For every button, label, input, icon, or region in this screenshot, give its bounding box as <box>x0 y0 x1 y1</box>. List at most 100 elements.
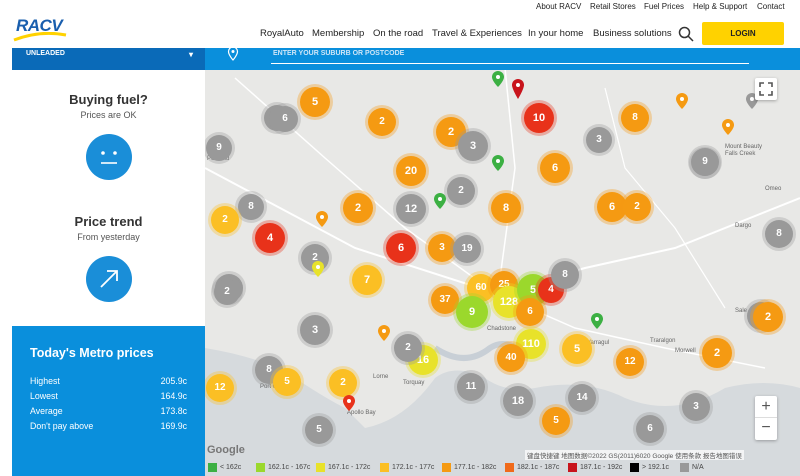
price-cluster[interactable]: 5 <box>300 87 330 117</box>
search-icon[interactable] <box>678 26 694 42</box>
place-label: Dargo <box>735 223 752 229</box>
price-cluster[interactable]: 20 <box>396 156 426 186</box>
price-cluster[interactable]: 12 <box>616 348 644 376</box>
link-retail-stores[interactable]: Retail Stores <box>590 2 636 11</box>
legend-swatch <box>208 463 217 472</box>
nav-travel[interactable]: Travel & Experiences <box>432 28 522 39</box>
station-pin-icon[interactable] <box>511 78 525 100</box>
price-cluster[interactable]: 2 <box>368 108 396 136</box>
station-pin-icon[interactable] <box>377 324 391 342</box>
station-pin-icon[interactable] <box>590 312 604 330</box>
station-pin-icon[interactable] <box>315 210 329 228</box>
metro-value: 173.8c <box>160 406 187 416</box>
price-cluster[interactable]: 12 <box>396 194 426 224</box>
link-contact[interactable]: Contact <box>757 2 785 11</box>
link-about[interactable]: About RACV <box>536 2 581 11</box>
zoom-in-button[interactable]: + <box>755 396 777 418</box>
arrow-up-right-icon <box>85 256 132 302</box>
racv-logo[interactable]: RACV <box>12 14 72 50</box>
price-cluster[interactable]: 2 <box>447 177 475 205</box>
price-cluster[interactable]: 2 <box>394 334 422 362</box>
fuel-type-value: UNLEADED <box>26 50 65 57</box>
legend-label: 162.1c - 167c <box>268 464 311 471</box>
legend-item: 172.1c - 177c <box>380 463 434 472</box>
metro-row-lowest: Lowest 164.9c <box>30 389 187 404</box>
price-cluster[interactable]: 2 <box>211 206 239 234</box>
price-cluster[interactable]: 3 <box>682 393 710 421</box>
station-pin-icon[interactable] <box>491 154 505 172</box>
price-cluster[interactable]: 5 <box>542 407 570 435</box>
price-cluster[interactable]: 6 <box>636 415 664 443</box>
legend-swatch <box>316 463 325 472</box>
price-cluster[interactable]: 12 <box>206 374 234 402</box>
place-label: Chadstone <box>487 326 517 332</box>
price-cluster[interactable]: 2 <box>343 193 373 223</box>
station-pin-icon[interactable] <box>433 192 447 210</box>
link-fuel-prices[interactable]: Fuel Prices <box>644 2 684 11</box>
legend-swatch <box>442 463 451 472</box>
nav-membership[interactable]: Membership <box>312 28 364 39</box>
station-pin-icon[interactable] <box>342 394 356 412</box>
price-cluster[interactable]: 6 <box>516 298 544 326</box>
legend-item: 182.1c - 187c <box>505 463 559 472</box>
price-cluster[interactable]: 6 <box>272 106 298 132</box>
fuel-price-map[interactable]: ENTER YOUR SUBURB OR POSTCODE Port Campb… <box>205 48 800 476</box>
price-cluster[interactable]: 2 <box>623 193 651 221</box>
price-cluster[interactable]: 6 <box>386 233 416 263</box>
price-cluster[interactable]: 10 <box>524 103 554 133</box>
station-pin-icon[interactable] <box>311 260 325 278</box>
station-pin-icon[interactable] <box>491 70 505 88</box>
price-cluster[interactable]: 3 <box>458 131 488 161</box>
price-cluster[interactable]: 8 <box>765 220 793 248</box>
link-help[interactable]: Help & Support <box>693 2 747 11</box>
price-cluster[interactable]: 14 <box>568 384 596 412</box>
buying-fuel-status: Prices are OK <box>80 110 137 120</box>
price-cluster[interactable]: 5 <box>273 368 301 396</box>
station-pin-icon[interactable] <box>675 92 689 110</box>
price-cluster[interactable]: 3 <box>428 234 456 262</box>
zoom-out-button[interactable]: − <box>755 418 777 440</box>
location-pin-icon[interactable] <box>227 48 239 62</box>
price-cluster[interactable]: 3 <box>586 127 612 153</box>
price-cluster[interactable]: 2 <box>753 302 783 332</box>
login-button[interactable]: LOGIN <box>702 22 784 45</box>
price-cluster[interactable]: 4 <box>255 223 285 253</box>
price-cluster[interactable]: 37 <box>431 286 459 314</box>
legend-item: 187.1c - 192c <box>568 463 622 472</box>
price-cluster[interactable]: 2 <box>214 279 240 305</box>
metro-value: 164.9c <box>160 391 187 401</box>
price-cluster[interactable]: 7 <box>352 265 382 295</box>
price-cluster[interactable]: 9 <box>456 296 488 328</box>
place-label: Mount Beauty <box>725 144 763 150</box>
legend-item: 162.1c - 167c <box>256 463 310 472</box>
legend-label: < 162c <box>220 464 242 471</box>
price-cluster[interactable]: 6 <box>540 153 570 183</box>
price-cluster[interactable]: 2 <box>329 369 357 397</box>
price-cluster[interactable]: 9 <box>206 135 232 161</box>
price-cluster[interactable]: 9 <box>691 148 719 176</box>
station-pin-icon[interactable] <box>721 118 735 136</box>
price-cluster[interactable]: 18 <box>503 386 533 416</box>
legend-swatch <box>256 463 265 472</box>
price-cluster[interactable]: 40 <box>497 344 525 372</box>
price-cluster[interactable]: 5 <box>562 334 592 364</box>
legend-item: < 162c <box>208 463 241 472</box>
price-cluster[interactable]: 8 <box>551 261 579 289</box>
price-cluster[interactable]: 2 <box>702 338 732 368</box>
price-cluster[interactable]: 19 <box>453 235 481 263</box>
price-cluster[interactable]: 8 <box>238 194 264 220</box>
suburb-search-input[interactable]: ENTER YOUR SUBURB OR POSTCODE <box>271 50 749 64</box>
price-cluster[interactable]: 5 <box>305 416 333 444</box>
price-cluster[interactable]: 8 <box>491 193 521 223</box>
price-cluster[interactable]: 3 <box>300 315 330 345</box>
price-cluster[interactable]: 8 <box>621 104 649 132</box>
fuel-type-select[interactable]: UNLEADED ▾ <box>12 48 205 70</box>
fullscreen-icon[interactable] <box>755 78 777 100</box>
nav-royalauto[interactable]: RoyalAuto <box>260 28 304 39</box>
price-cluster[interactable]: 11 <box>457 373 485 401</box>
metro-value: 205.9c <box>160 376 187 386</box>
nav-on-the-road[interactable]: On the road <box>373 28 423 39</box>
google-logo: Google <box>207 444 245 456</box>
nav-business[interactable]: Business solutions <box>593 28 672 39</box>
nav-home[interactable]: In your home <box>528 28 583 39</box>
